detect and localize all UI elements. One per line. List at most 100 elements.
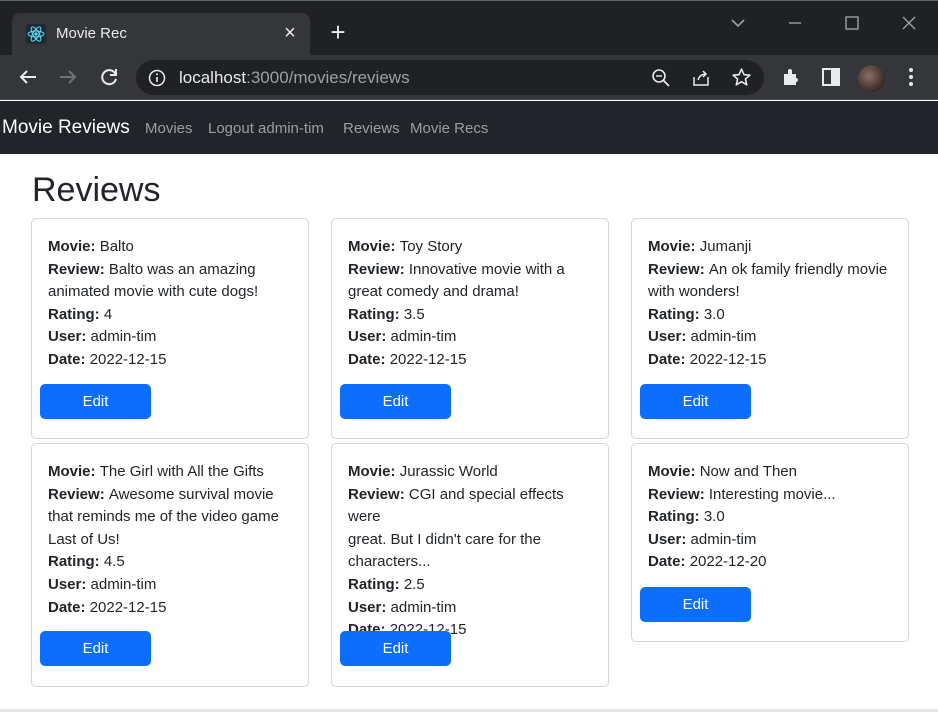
edit-button[interactable]: Edit bbox=[340, 631, 451, 666]
review-rating-label: Rating: bbox=[648, 508, 704, 526]
review-text-line: An ok family friendly movie bbox=[708, 260, 888, 278]
extensions-puzzle-icon[interactable] bbox=[780, 65, 804, 89]
navbar-brand[interactable]: Movie Reviews bbox=[2, 117, 130, 139]
review-text-line: that reminds me of the video game bbox=[48, 508, 279, 526]
review-user: User: admin-tim bbox=[48, 326, 292, 349]
review-user-label: User: bbox=[348, 328, 391, 346]
review-movie: Movie: Balto bbox=[48, 236, 292, 259]
review-rating: Rating: 4.5 bbox=[48, 551, 292, 574]
review-rating-label: Rating: bbox=[648, 305, 704, 323]
side-panel-icon[interactable] bbox=[819, 65, 843, 89]
review-user: User: admin-tim bbox=[348, 597, 592, 620]
edit-button[interactable]: Edit bbox=[640, 587, 751, 622]
review-text: Review: Innovative movie with a great com… bbox=[348, 259, 592, 304]
review-text: Review: An ok family friendly movie with … bbox=[648, 259, 892, 304]
review-user-label: User: bbox=[48, 328, 91, 346]
edit-button[interactable]: Edit bbox=[640, 384, 751, 419]
review-movie-label: Movie: bbox=[48, 238, 100, 255]
reload-icon[interactable] bbox=[97, 65, 121, 89]
bookmark-star-icon[interactable] bbox=[731, 67, 752, 88]
tab-search-chevron-icon[interactable] bbox=[726, 11, 750, 35]
review-text-line: great comedy and drama! bbox=[348, 283, 519, 301]
review-movie-value: Jurassic World bbox=[399, 463, 498, 480]
review-text-line: Interesting movie... bbox=[708, 485, 836, 503]
url-text[interactable]: localhost:3000/movies/reviews bbox=[179, 68, 410, 88]
edit-button[interactable]: Edit bbox=[40, 384, 151, 419]
review-rating-label: Rating: bbox=[348, 305, 404, 323]
new-tab-icon[interactable]: + bbox=[326, 19, 350, 45]
review-date: Date: 2022-12-15 bbox=[348, 349, 592, 372]
tab-title: Movie Rec bbox=[56, 25, 127, 42]
review-text-label: Review: bbox=[48, 485, 109, 503]
edit-button[interactable]: Edit bbox=[40, 631, 151, 666]
review-movie: Movie: The Girl with All the Gifts bbox=[48, 461, 292, 484]
review-date-label: Date: bbox=[648, 553, 690, 571]
review-date-value: 2022-12-15 bbox=[89, 598, 167, 616]
review-rating: Rating: 2.5 bbox=[348, 574, 592, 597]
address-bar[interactable]: localhost:3000/movies/reviews bbox=[136, 60, 764, 95]
review-text-label: Review: bbox=[48, 260, 109, 278]
back-arrow-icon[interactable] bbox=[16, 65, 40, 89]
review-date-value: 2022-12-20 bbox=[689, 553, 767, 571]
nav-link-logout[interactable]: Logout admin-tim bbox=[208, 120, 324, 137]
review-date-value: 2022-12-15 bbox=[689, 350, 767, 368]
review-rating-value: 3.0 bbox=[703, 508, 725, 526]
maximize-icon[interactable] bbox=[840, 11, 864, 35]
edit-button[interactable]: Edit bbox=[340, 384, 451, 419]
review-movie: Movie: Toy Story bbox=[348, 236, 592, 259]
review-movie-value: Now and Then bbox=[699, 463, 797, 480]
review-date: Date: 2022-12-15 bbox=[48, 349, 292, 372]
review-card: Movie: Toy Story Review: Innovative movie… bbox=[331, 218, 609, 439]
review-date-label: Date: bbox=[348, 350, 390, 368]
review-text-line: Innovative movie with a bbox=[408, 260, 565, 278]
review-text-line: great. But I didn't care for the bbox=[348, 530, 541, 548]
review-user-value: admin-tim bbox=[390, 328, 457, 346]
review-card: Movie: Now and Then Review: Interesting m… bbox=[631, 443, 909, 642]
review-movie: Movie: Now and Then bbox=[648, 461, 892, 484]
browser-tab[interactable]: Movie Rec × bbox=[12, 13, 310, 56]
review-movie-value: The Girl with All the Gifts bbox=[99, 463, 264, 480]
review-user-label: User: bbox=[348, 598, 391, 616]
review-date-label: Date: bbox=[48, 350, 90, 368]
site-info-icon[interactable] bbox=[148, 69, 166, 87]
window-close-icon[interactable] bbox=[897, 11, 921, 35]
review-card: Movie: Jumanji Review: An ok family frien… bbox=[631, 218, 909, 439]
review-user-value: admin-tim bbox=[690, 530, 757, 548]
close-tab-icon[interactable]: × bbox=[280, 23, 300, 43]
review-text-line: Last of Us! bbox=[48, 530, 120, 548]
profile-avatar[interactable] bbox=[858, 65, 885, 92]
review-date-value: 2022-12-15 bbox=[89, 350, 167, 368]
review-movie-label: Movie: bbox=[348, 238, 400, 255]
review-user-value: admin-tim bbox=[90, 575, 157, 593]
review-text-line: Awesome survival movie bbox=[108, 485, 274, 503]
review-user-value: admin-tim bbox=[90, 328, 157, 346]
review-text-label: Review: bbox=[348, 485, 409, 503]
review-movie-label: Movie: bbox=[48, 463, 100, 480]
zoom-icon[interactable] bbox=[651, 68, 671, 88]
review-card: Movie: Balto Review: Balto was an amazing… bbox=[31, 218, 309, 439]
kebab-menu-icon[interactable] bbox=[899, 65, 923, 89]
forward-arrow-icon[interactable] bbox=[56, 65, 80, 89]
review-movie-label: Movie: bbox=[348, 463, 400, 480]
review-text: Review: Balto was an amazing animated mov… bbox=[48, 259, 292, 304]
nav-link-movies[interactable]: Movies bbox=[145, 120, 193, 137]
nav-link-reviews[interactable]: Reviews bbox=[343, 120, 400, 137]
review-text: Review: Interesting movie... bbox=[648, 484, 892, 507]
review-user-label: User: bbox=[648, 328, 691, 346]
review-user-label: User: bbox=[48, 575, 91, 593]
review-rating-label: Rating: bbox=[348, 575, 404, 593]
review-rating-value: 4.5 bbox=[103, 553, 125, 571]
review-rating: Rating: 4 bbox=[48, 304, 292, 327]
review-user-value: admin-tim bbox=[390, 598, 457, 616]
minimize-icon[interactable] bbox=[783, 11, 807, 35]
app-navbar: Movie Reviews Movies Logout admin-tim Re… bbox=[0, 101, 938, 154]
review-rating-label: Rating: bbox=[48, 305, 104, 323]
nav-link-movie-recs[interactable]: Movie Recs bbox=[410, 120, 488, 137]
review-rating-value: 4 bbox=[103, 305, 113, 323]
review-movie-value: Toy Story bbox=[399, 238, 463, 255]
review-card: Movie: Jurassic World Review: CGI and spe… bbox=[331, 443, 609, 687]
review-rating: Rating: 3.5 bbox=[348, 304, 592, 327]
review-movie: Movie: Jurassic World bbox=[348, 461, 592, 484]
share-icon[interactable] bbox=[691, 68, 711, 88]
review-rating: Rating: 3.0 bbox=[648, 506, 892, 529]
